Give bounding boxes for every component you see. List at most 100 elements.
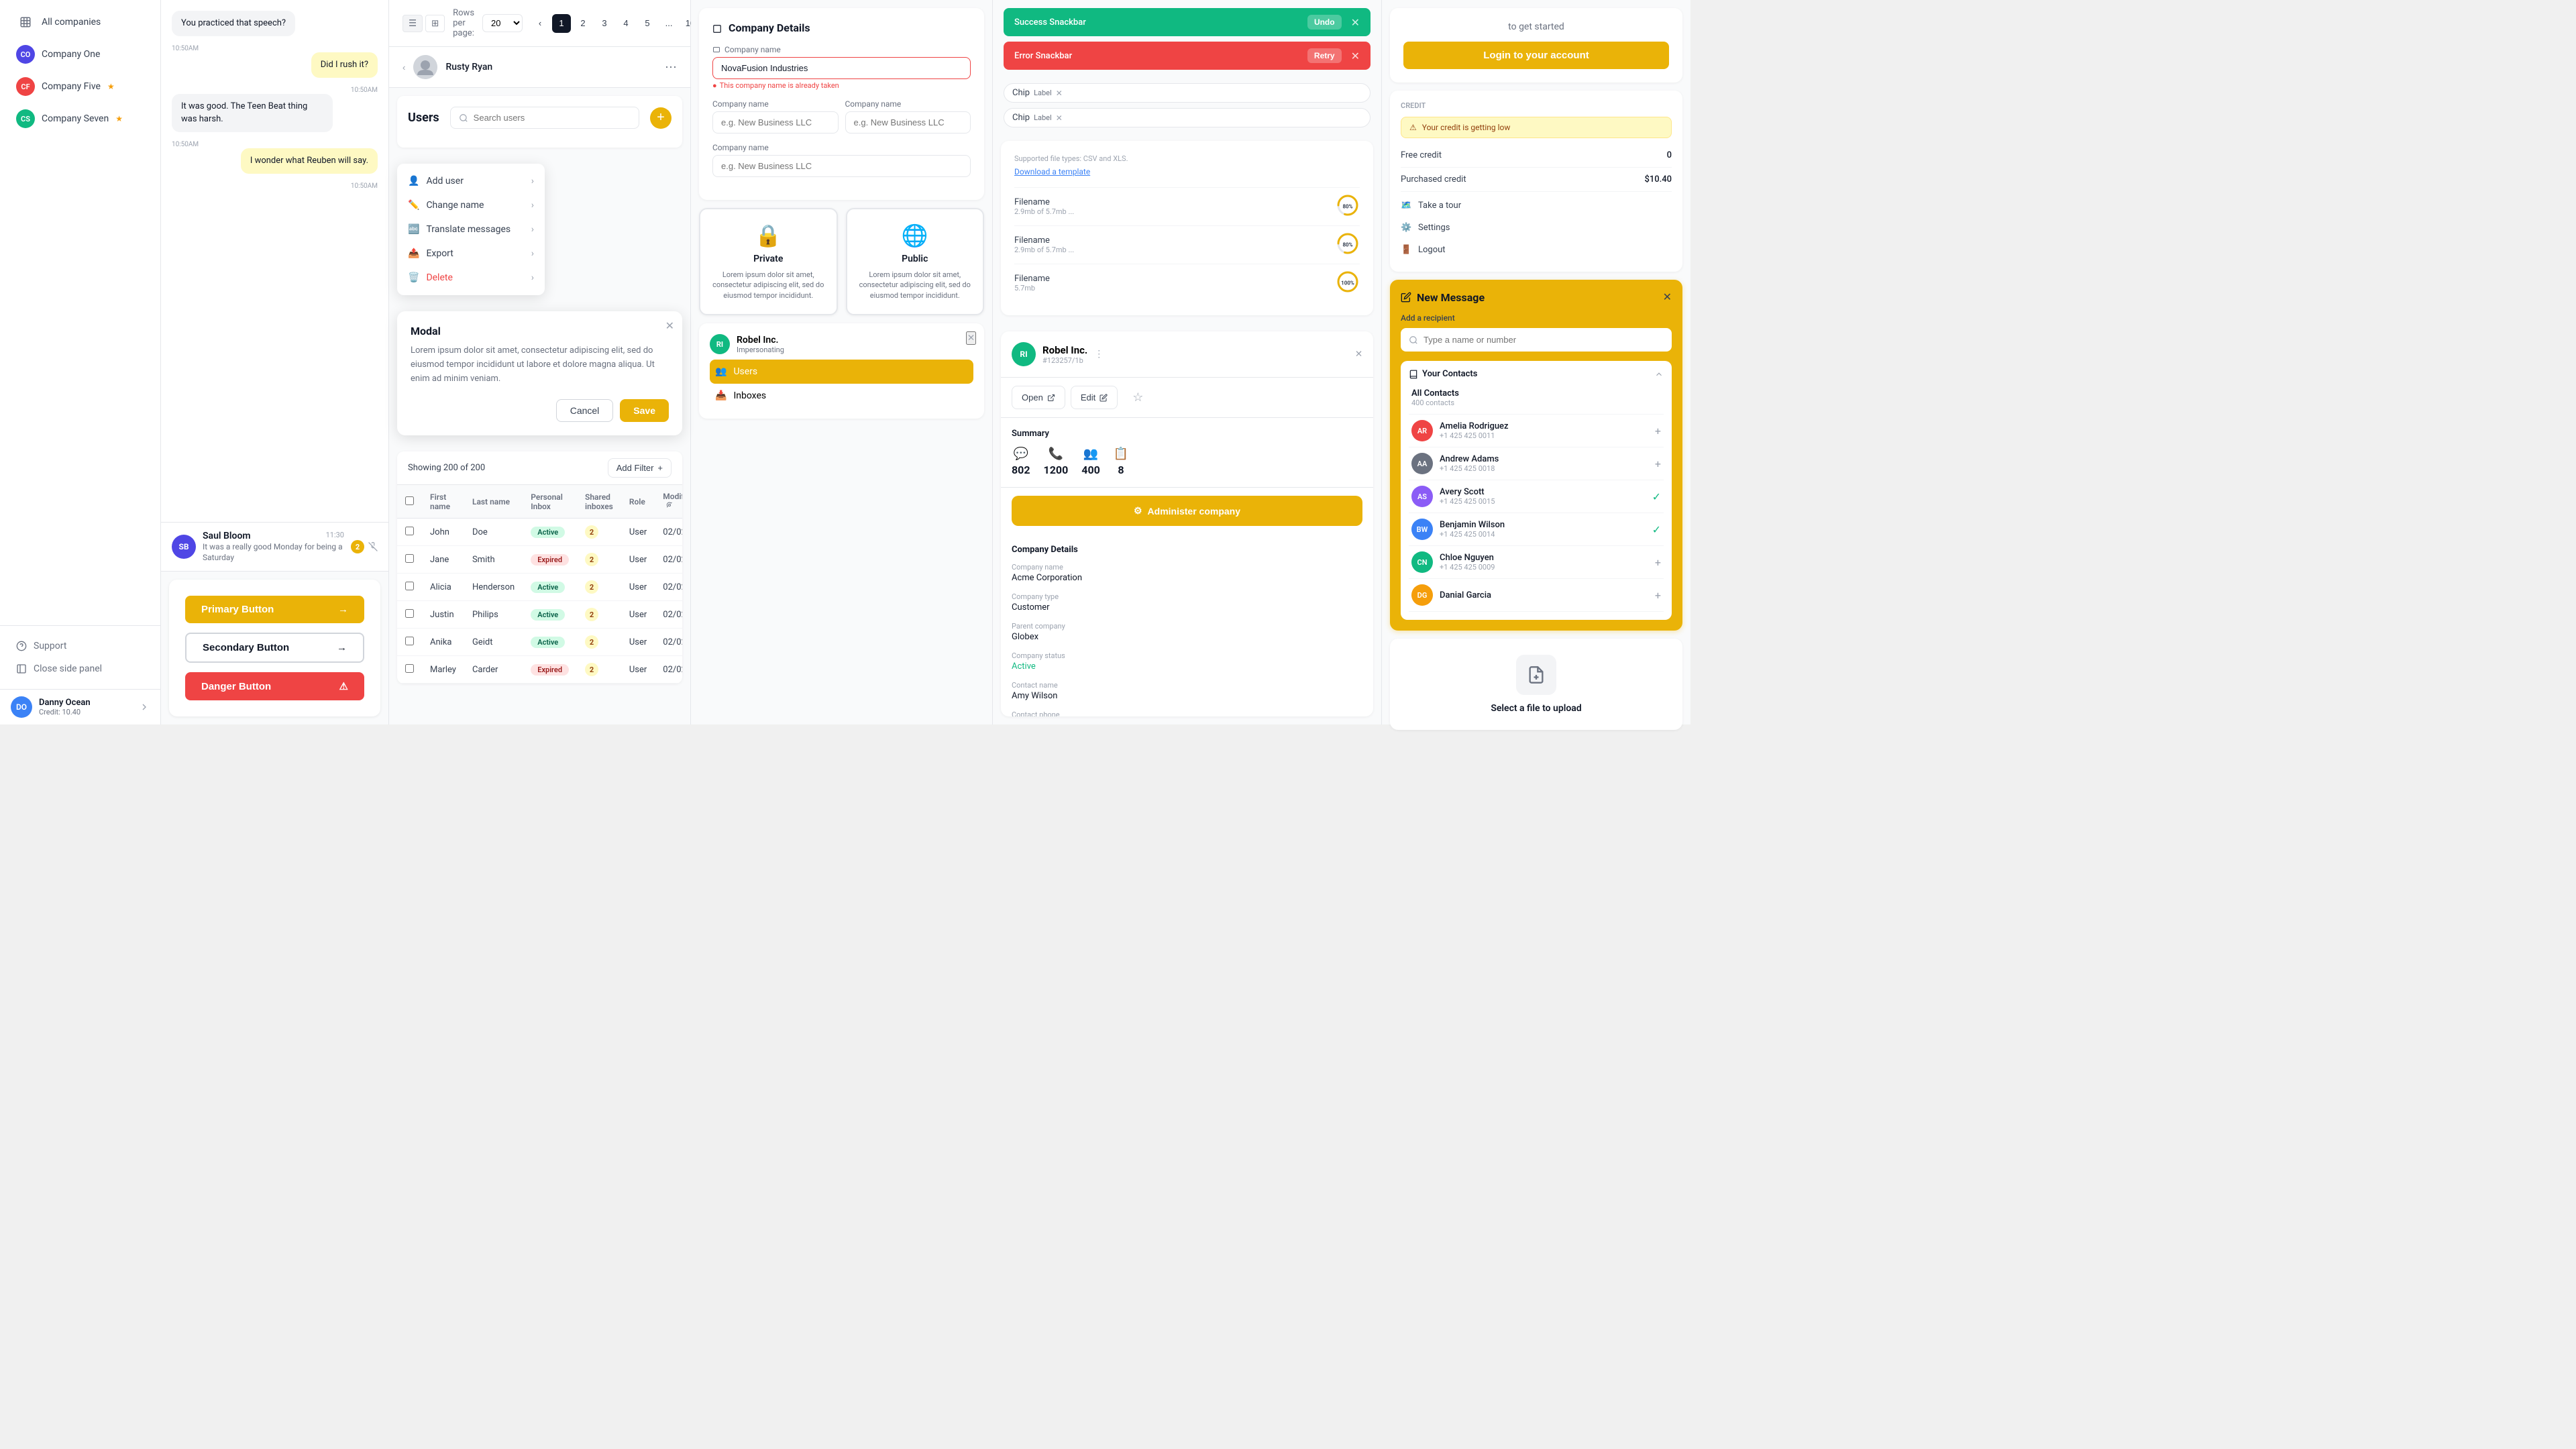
star-button[interactable]: ☆	[1123, 386, 1152, 409]
add-user-button[interactable]: +	[650, 107, 672, 129]
page-1-button[interactable]: 1	[552, 14, 571, 33]
modal-cancel-button[interactable]: Cancel	[556, 399, 614, 422]
sidebar-item-cs[interactable]: CS Company Seven ★	[5, 103, 155, 134]
public-card[interactable]: 🌐 Public Lorem ipsum dolor sit amet, con…	[846, 208, 985, 315]
all-contacts-item[interactable]: All Contacts 400 contacts	[1409, 386, 1664, 415]
back-button[interactable]: ‹	[402, 62, 405, 72]
settings-icon[interactable]	[665, 501, 674, 509]
new-message-close-button[interactable]: ✕	[1663, 290, 1672, 304]
page-4-button[interactable]: 4	[616, 14, 635, 33]
search-users-input[interactable]	[474, 113, 631, 123]
inbox-item[interactable]: SB Saul Bloom 11:30 It was a really good…	[161, 523, 388, 572]
credit-menu-settings[interactable]: ⚙️ Settings	[1401, 217, 1672, 239]
sidebar-support[interactable]: Support	[5, 635, 155, 657]
file-drop-area[interactable]: Select a file to upload	[1390, 639, 1682, 730]
add-contact-button[interactable]: +	[1655, 425, 1661, 437]
retry-button[interactable]: Retry	[1307, 48, 1342, 63]
row-checkbox[interactable]	[405, 554, 414, 563]
chip-1[interactable]: Chip Label ✕	[1004, 83, 1371, 103]
page-5-button[interactable]: 5	[638, 14, 657, 33]
chip-2[interactable]: Chip Label ✕	[1004, 108, 1371, 127]
company-name-input-3[interactable]	[845, 111, 971, 133]
context-item-translate-messages[interactable]: 🔤 Translate messages ›	[397, 217, 545, 241]
company-panel-dots[interactable]: ⋮	[1094, 349, 1104, 360]
new-message-title: New Message	[1401, 291, 1485, 304]
user-row[interactable]: DO Danny Ocean Credit: 10.40	[0, 689, 160, 724]
company-name-input-2[interactable]	[712, 111, 839, 133]
contact-amelia-rodriguez[interactable]: AR Amelia Rodriguez +1 425 425 0011 +	[1409, 415, 1664, 447]
contact-avery-scott[interactable]: AS Avery Scott +1 425 425 0015 ✓	[1409, 480, 1664, 513]
table-row[interactable]: Anika Geidt Active 2 User 02/02/2022	[397, 629, 682, 656]
open-button[interactable]: Open	[1012, 386, 1065, 409]
chevron-up-icon[interactable]	[1654, 370, 1664, 379]
sidebar-item-co[interactable]: CO Company One	[5, 39, 155, 70]
table-row[interactable]: Jane Smith Expired 2 User 02/02/2022	[397, 546, 682, 574]
download-template-link[interactable]: Download a template	[1014, 167, 1360, 176]
snackbar-close-button[interactable]: ✕	[1351, 16, 1360, 29]
page-2-button[interactable]: 2	[574, 14, 592, 33]
chevron-right-icon: ›	[531, 248, 534, 259]
row-checkbox[interactable]	[405, 582, 414, 590]
private-card[interactable]: 🔒 Private Lorem ipsum dolor sit amet, co…	[699, 208, 838, 315]
login-button[interactable]: Login to your account	[1403, 42, 1669, 69]
undo-button[interactable]: Undo	[1307, 15, 1342, 30]
row-checkbox[interactable]	[405, 664, 414, 673]
prev-page-button[interactable]: ‹	[531, 14, 549, 33]
add-filter-button[interactable]: Add Filter +	[608, 458, 672, 478]
sidebar-item-cf[interactable]: CF Company Five ★	[5, 71, 155, 102]
company-panel-close-button[interactable]: ✕	[1355, 349, 1362, 360]
table-row[interactable]: John Doe Active 2 User 02/02/2022	[397, 519, 682, 546]
chip-2-close[interactable]: ✕	[1056, 113, 1063, 123]
modal-close-button[interactable]: ✕	[665, 319, 674, 333]
context-label: Export	[426, 248, 453, 259]
impersonation-inboxes-item[interactable]: 📥 Inboxes	[710, 384, 973, 408]
rows-per-page-select[interactable]: 2050100	[482, 14, 523, 32]
select-all-checkbox[interactable]	[405, 496, 414, 505]
contact-phone: +1 425 425 0011	[1440, 431, 1509, 440]
contact-benjamin-wilson[interactable]: BW Benjamin Wilson +1 425 425 0014 ✓	[1409, 513, 1664, 546]
contact-chloe-nguyen[interactable]: CN Chloe Nguyen +1 425 425 0009 +	[1409, 546, 1664, 579]
add-contact-button[interactable]: +	[1655, 556, 1661, 569]
company-name-input-4[interactable]	[712, 155, 971, 177]
contact-row[interactable]: ‹ Rusty Ryan ⋯	[389, 47, 690, 88]
impersonation-close-button[interactable]: ✕	[966, 331, 976, 345]
contact-danial-garcia[interactable]: DG Danial Garcia +	[1409, 579, 1664, 612]
file-item: Filename 2.9mb of 5.7mb ... 80%	[1014, 187, 1360, 225]
grid-view-button[interactable]: ⊞	[425, 15, 445, 32]
add-contact-button[interactable]: +	[1655, 589, 1661, 602]
modal-save-button[interactable]: Save	[620, 399, 669, 422]
search-users-bar[interactable]	[450, 107, 639, 129]
impersonation-users-item[interactable]: 👥 Users	[710, 360, 973, 384]
contact-options-button[interactable]: ⋯	[665, 60, 677, 74]
edit-button[interactable]: Edit	[1071, 386, 1118, 409]
add-contact-button[interactable]: +	[1655, 458, 1661, 470]
administer-company-button[interactable]: ⚙ Administer company	[1012, 496, 1362, 526]
context-menu: 👤 Add user › ✏️ Change name › 🔤 Translat…	[397, 164, 545, 295]
sidebar-item-all-companies[interactable]: All companies	[5, 7, 155, 38]
danger-button[interactable]: Danger Button ⚠	[185, 672, 364, 700]
table-row[interactable]: Marley Carder Expired 2 User 02/02/2022	[397, 656, 682, 684]
error-snackbar-close-button[interactable]: ✕	[1351, 50, 1360, 62]
credit-menu-take-a tour[interactable]: 🗺️ Take a tour	[1401, 195, 1672, 217]
context-item-delete[interactable]: 🗑️ Delete ›	[397, 266, 545, 290]
context-item-change-name[interactable]: ✏️ Change name ›	[397, 193, 545, 217]
contact-info: Danial Garcia	[1440, 590, 1491, 600]
context-item-add-user[interactable]: 👤 Add user ›	[397, 169, 545, 193]
recipient-search-input[interactable]	[1424, 335, 1664, 345]
context-item-export[interactable]: 📤 Export ›	[397, 241, 545, 266]
chip-1-close[interactable]: ✕	[1056, 89, 1063, 98]
contact-andrew-adams[interactable]: AA Andrew Adams +1 425 425 0018 +	[1409, 447, 1664, 480]
credit-menu-logout[interactable]: 🚪 Logout	[1401, 239, 1672, 261]
row-checkbox[interactable]	[405, 637, 414, 645]
secondary-button[interactable]: Secondary Button →	[185, 633, 364, 663]
sidebar-close-panel[interactable]: Close side panel	[5, 658, 155, 680]
page-3-button[interactable]: 3	[595, 14, 614, 33]
col4: Company Details Company name ● This comp…	[691, 0, 993, 724]
primary-button[interactable]: Primary Button →	[185, 596, 364, 623]
company-name-input[interactable]	[712, 57, 971, 79]
list-view-button[interactable]: ☰	[402, 15, 423, 32]
row-checkbox[interactable]	[405, 527, 414, 535]
row-checkbox[interactable]	[405, 609, 414, 618]
table-row[interactable]: Justin Philips Active 2 User 02/02/2022	[397, 601, 682, 629]
table-row[interactable]: Alicia Henderson Active 2 User 02/02/202…	[397, 574, 682, 601]
